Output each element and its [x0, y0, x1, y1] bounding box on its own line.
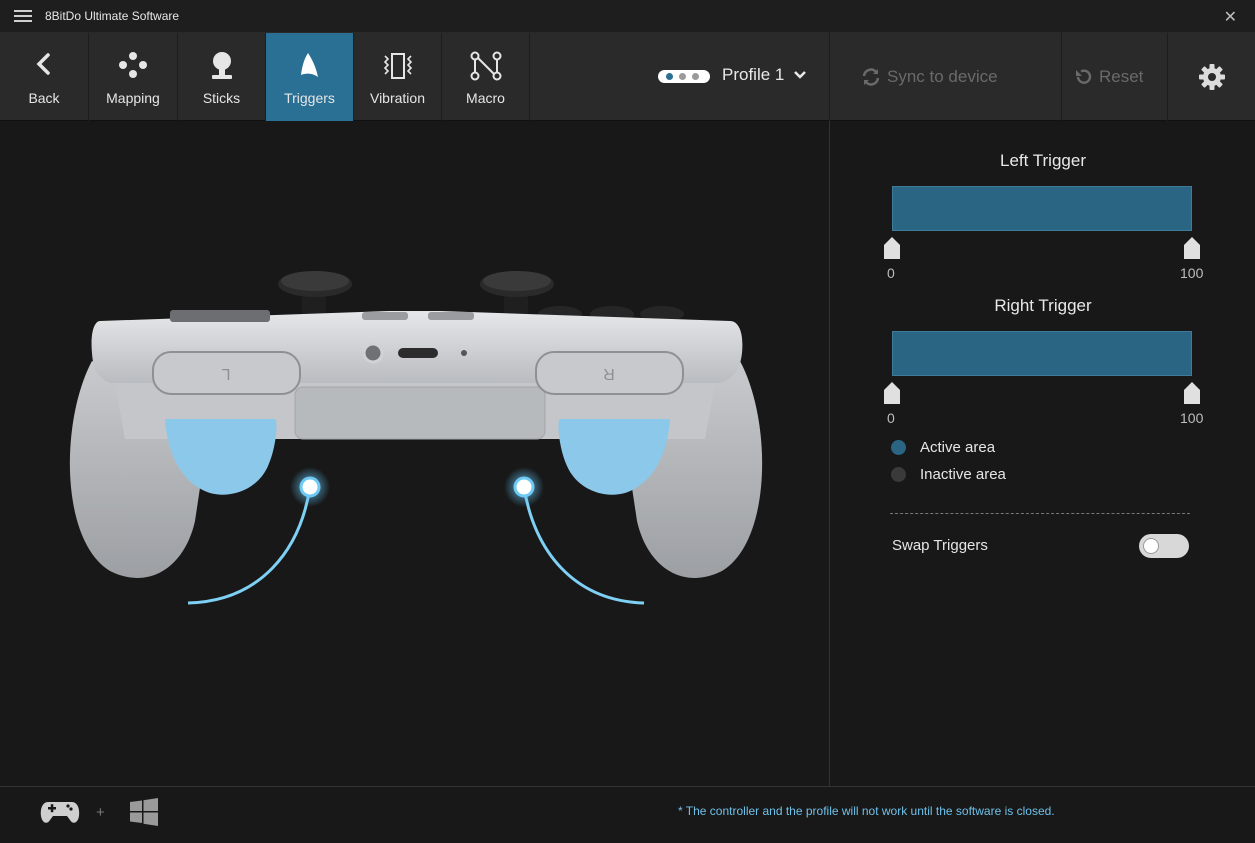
- tab-triggers[interactable]: Triggers: [266, 33, 354, 121]
- tab-mapping-label: Mapping: [106, 90, 160, 106]
- window-title: 8BitDo Ultimate Software: [45, 9, 180, 23]
- tab-macro[interactable]: Macro: [442, 33, 530, 121]
- gamepad-icon: [40, 802, 80, 823]
- active-area-swatch: [891, 440, 906, 455]
- active-area-label: Active area: [920, 439, 996, 456]
- macro-nodes-icon: [470, 51, 501, 81]
- tab-macro-label: Macro: [466, 90, 505, 106]
- gear-icon: [1199, 64, 1225, 90]
- status-footer: + * The controller and the profile will …: [0, 786, 1255, 843]
- left-stick: [278, 271, 352, 319]
- inactive-area-swatch: [891, 467, 906, 482]
- left-trigger-max-handle[interactable]: [1184, 237, 1200, 259]
- profile-name: Profile 1: [722, 65, 785, 84]
- svg-text:L: L: [221, 365, 230, 382]
- tab-sticks[interactable]: Sticks: [178, 33, 266, 121]
- left-trigger-range-bar[interactable]: [892, 186, 1192, 231]
- reset-label: Reset: [1099, 67, 1144, 86]
- undo-icon: [1076, 69, 1092, 84]
- profile-dot-active: [666, 73, 673, 80]
- profile-dot: [692, 73, 699, 80]
- svg-text:R: R: [603, 365, 615, 382]
- profile-indicator[interactable]: [658, 70, 710, 83]
- right-trigger-max-handle[interactable]: [1184, 382, 1200, 404]
- tab-sticks-label: Sticks: [202, 90, 241, 106]
- sync-to-device-button[interactable]: Sync to device: [829, 33, 1062, 121]
- back-label: Back: [28, 90, 60, 106]
- right-trigger-max-label: 100: [1180, 410, 1204, 426]
- tab-vibration[interactable]: Vibration: [354, 33, 442, 121]
- sync-label: Sync to device: [887, 67, 998, 86]
- toggle-knob: [1144, 539, 1158, 553]
- right-trigger-title: Right Trigger: [994, 296, 1092, 315]
- right-trigger-min-label: 0: [887, 410, 895, 426]
- vibration-icon: [383, 53, 412, 79]
- trigger-icon: [300, 53, 318, 77]
- chevron-down-icon: [794, 71, 806, 79]
- right-trigger-min-handle[interactable]: [884, 382, 900, 404]
- joystick-icon: [211, 52, 232, 79]
- left-trigger-min-label: 0: [887, 265, 895, 281]
- controller-stage: L R: [0, 121, 829, 786]
- profile-dropdown[interactable]: Profile 1: [722, 65, 807, 85]
- left-trigger-max-label: 100: [1180, 265, 1204, 281]
- inactive-area-label: Inactive area: [920, 466, 1006, 483]
- chevron-left-icon: [36, 53, 50, 75]
- left-trigger-min-handle[interactable]: [884, 237, 900, 259]
- trigger-settings-panel: Left Trigger 0 100 Right Trigger 0 100 A…: [829, 121, 1255, 786]
- title-bar: 8BitDo Ultimate Software ✕: [0, 0, 1255, 33]
- right-trigger-range-bar[interactable]: [892, 331, 1192, 376]
- back-button[interactable]: Back: [0, 33, 89, 121]
- dpad-dots-icon: [119, 52, 147, 78]
- tab-triggers-label: Triggers: [284, 90, 335, 106]
- tab-mapping[interactable]: Mapping: [89, 33, 178, 121]
- right-trigger-callout-line: [522, 486, 645, 605]
- left-trigger-title: Left Trigger: [1000, 151, 1086, 170]
- controller-illustration: L R: [69, 271, 763, 605]
- left-trigger-callout-line: [187, 486, 312, 605]
- swap-triggers-label: Swap Triggers: [892, 537, 988, 554]
- reset-button[interactable]: Reset: [1062, 33, 1168, 121]
- close-window-button[interactable]: ✕: [1224, 7, 1237, 27]
- divider: [890, 513, 1190, 514]
- hamburger-menu-icon[interactable]: [14, 10, 32, 22]
- plus-sign: +: [96, 804, 105, 821]
- settings-button[interactable]: [1168, 33, 1255, 121]
- tab-vibration-label: Vibration: [369, 90, 425, 106]
- profile-dot: [679, 73, 686, 80]
- windows-icon: [130, 798, 158, 826]
- footer-warning-note: * The controller and the profile will no…: [678, 804, 1055, 818]
- swap-triggers-toggle[interactable]: [1139, 534, 1189, 558]
- sync-icon: [862, 68, 880, 86]
